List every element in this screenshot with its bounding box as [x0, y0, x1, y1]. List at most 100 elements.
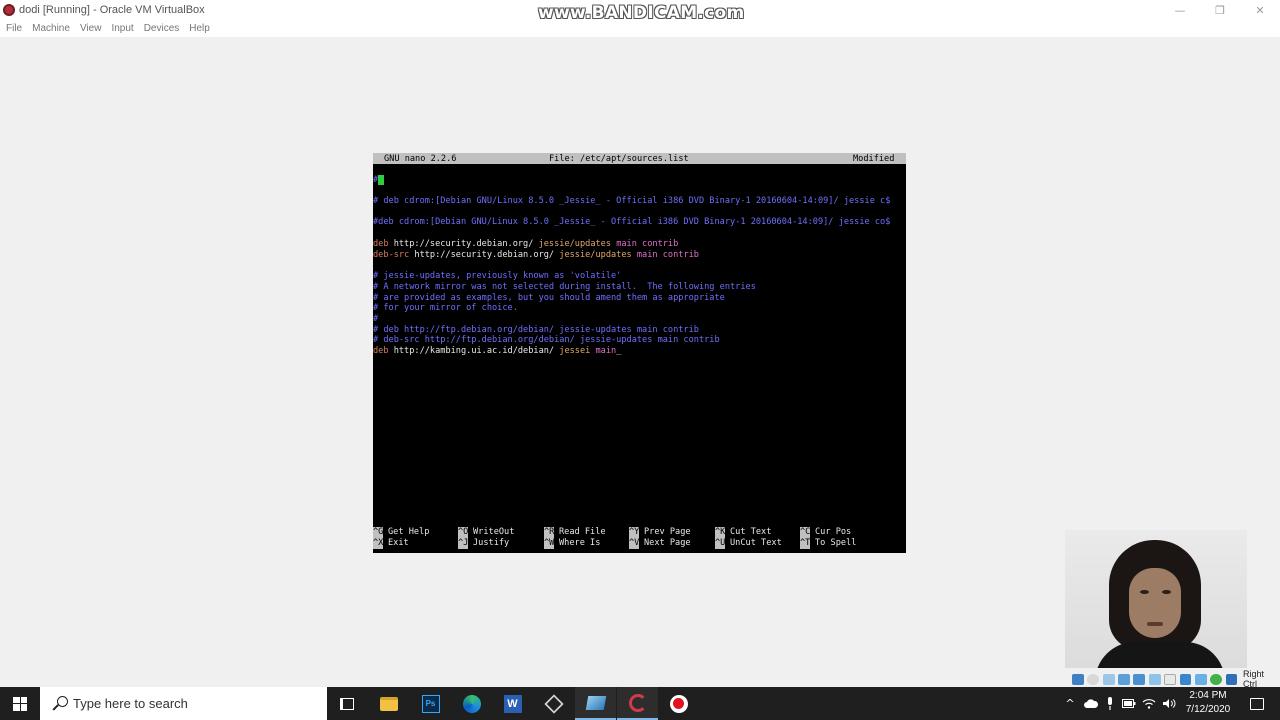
video-capture-icon[interactable] — [1179, 673, 1192, 685]
onedrive-cloud-icon[interactable] — [1082, 687, 1100, 720]
audio-icon[interactable] — [1102, 673, 1115, 685]
cube-icon — [543, 693, 564, 714]
microphone-icon[interactable] — [1102, 687, 1118, 720]
editor-line: # — [373, 175, 385, 186]
nano-shortcut-bar: ^G Get Help ^O WriteOut ^R Read File ^Y Prev… — [373, 527, 906, 551]
webcam-person-mouth — [1147, 622, 1163, 626]
shortcut-cut-text[interactable]: ^K Cut Text — [715, 527, 771, 538]
shortcut-justify[interactable]: ^J Justify — [458, 538, 509, 549]
windows-taskbar: Type here to search Ps W ^ 2:04 PM 7/12/… — [0, 687, 1280, 720]
start-button[interactable] — [0, 687, 40, 720]
usb-icon[interactable] — [1133, 673, 1146, 685]
shortcut-to-spell[interactable]: ^T To Spell — [800, 538, 856, 549]
text-cursor — [378, 175, 385, 185]
menu-input[interactable]: Input — [106, 23, 138, 34]
task-view-button[interactable] — [326, 687, 367, 720]
host-key-label: Right Ctrl — [1242, 669, 1264, 689]
editor-line: # — [373, 314, 379, 324]
shared-folders-icon[interactable] — [1148, 673, 1161, 685]
webcam-person-face — [1129, 568, 1181, 638]
webcam-person-eye — [1162, 590, 1171, 594]
photoshop-icon: Ps — [421, 694, 440, 713]
menu-file[interactable]: File — [0, 23, 27, 34]
clock-date: 7/12/2020 — [1185, 704, 1231, 715]
shortcut-read-file[interactable]: ^R Read File — [544, 527, 606, 538]
close-button[interactable]: ✕ — [1240, 0, 1280, 20]
taskbar-search-box[interactable]: Type here to search — [40, 687, 327, 720]
battery-icon[interactable] — [1120, 687, 1138, 720]
editor-line: deb http://security.debian.org/ jessie/u… — [373, 239, 679, 249]
taskbar-3d-app[interactable] — [533, 687, 574, 720]
webcam-person-shirt — [1095, 642, 1225, 668]
editor-line: # deb cdrom:[Debian GNU/Linux 8.5.0 _Jes… — [373, 196, 891, 206]
taskbar-bandicam[interactable] — [658, 687, 699, 720]
virtualization-icon[interactable] — [1210, 673, 1223, 685]
shortcut-prev-page[interactable]: ^Y Prev Page — [629, 527, 691, 538]
restore-button[interactable]: ❐ — [1200, 0, 1240, 20]
taskbar-clock[interactable]: 2:04 PM 7/12/2020 — [1180, 687, 1236, 720]
task-view-icon — [339, 697, 354, 710]
editor-line: # deb-src http://ftp.debian.org/debian/ … — [373, 335, 720, 345]
minimize-button[interactable]: — — [1160, 0, 1200, 20]
menu-view[interactable]: View — [75, 23, 107, 34]
taskbar-virtualbox[interactable] — [575, 687, 616, 720]
debian-swirl-icon — [628, 693, 647, 712]
typing-cursor: _ — [616, 346, 622, 356]
shortcut-exit[interactable]: ^X Exit — [373, 538, 409, 549]
vm-screen-terminal[interactable]: GNU nano 2.2.6 File: /etc/apt/sources.li… — [373, 153, 906, 553]
edge-browser-icon — [462, 694, 481, 713]
windows-logo-icon — [13, 696, 27, 711]
shortcut-cur-pos[interactable]: ^C Cur Pos — [800, 527, 851, 538]
shortcut-uncut-text[interactable]: ^U UnCut Text — [715, 538, 782, 549]
title-bar: dodi [Running] - Oracle VM VirtualBox ww… — [0, 0, 1280, 23]
editor-line: #deb cdrom:[Debian GNU/Linux 8.5.0 _Jess… — [373, 217, 891, 227]
display-icon[interactable] — [1164, 673, 1177, 685]
editor-line: # A network mirror was not selected duri… — [373, 282, 756, 292]
shortcut-writeout[interactable]: ^O WriteOut — [458, 527, 514, 538]
menu-bar: File Machine View Input Devices Help — [0, 20, 1280, 37]
menu-help[interactable]: Help — [184, 23, 215, 34]
virtualbox-vm-icon — [3, 4, 15, 16]
nano-modified-status: Modified — [853, 154, 895, 164]
editor-line: deb http://kambing.ui.ac.id/debian/ jess… — [373, 346, 622, 356]
action-center-button[interactable] — [1244, 687, 1270, 720]
record-icon — [669, 694, 688, 713]
search-icon — [52, 695, 68, 712]
taskbar-edge[interactable] — [451, 687, 492, 720]
webcam-person-eye — [1140, 590, 1149, 594]
cpu-icon[interactable] — [1194, 673, 1207, 685]
taskbar-word[interactable]: W — [492, 687, 533, 720]
virtualbox-icon — [585, 695, 606, 710]
wifi-icon[interactable] — [1140, 687, 1158, 720]
taskbar-file-explorer[interactable] — [368, 687, 409, 720]
window-title: dodi [Running] - Oracle VM VirtualBox — [19, 4, 205, 16]
nano-version: GNU nano 2.2.6 — [384, 154, 457, 164]
webcam-overlay — [1065, 530, 1247, 668]
editor-line: deb-src http://security.debian.org/ jess… — [373, 250, 699, 260]
nano-filename: File: /etc/apt/sources.list — [549, 154, 689, 164]
shortcut-next-page[interactable]: ^V Next Page — [629, 538, 691, 549]
hard-disk-icon[interactable] — [1072, 673, 1084, 685]
vbox-status-bar: Right Ctrl — [1072, 669, 1280, 689]
window-controls: — ❐ ✕ — [1160, 0, 1280, 20]
editor-line: # for your mirror of choice. — [373, 303, 518, 313]
folder-icon — [379, 696, 398, 711]
editor-line: # jessie-updates, previously known as 'v… — [373, 271, 622, 281]
taskbar-debian-vm[interactable] — [617, 687, 658, 720]
taskbar-photoshop[interactable]: Ps — [410, 687, 451, 720]
search-placeholder: Type here to search — [73, 696, 188, 711]
word-icon: W — [503, 694, 522, 713]
shortcut-where-is[interactable]: ^W Where Is — [544, 538, 600, 549]
tray-overflow-chevron-icon[interactable]: ^ — [1062, 687, 1078, 720]
mouse-integration-icon[interactable] — [1225, 673, 1238, 685]
volume-icon[interactable] — [1160, 687, 1178, 720]
network-icon[interactable] — [1118, 673, 1130, 685]
shortcut-get-help[interactable]: ^G Get Help — [373, 527, 429, 538]
screen: dodi [Running] - Oracle VM VirtualBox ww… — [0, 0, 1280, 720]
menu-devices[interactable]: Devices — [139, 23, 185, 34]
clock-time: 2:04 PM — [1189, 690, 1227, 701]
optical-drive-icon[interactable] — [1087, 673, 1100, 685]
menu-machine[interactable]: Machine — [27, 23, 75, 34]
notification-icon — [1250, 697, 1264, 710]
nano-title-bar: GNU nano 2.2.6 File: /etc/apt/sources.li… — [373, 153, 906, 164]
